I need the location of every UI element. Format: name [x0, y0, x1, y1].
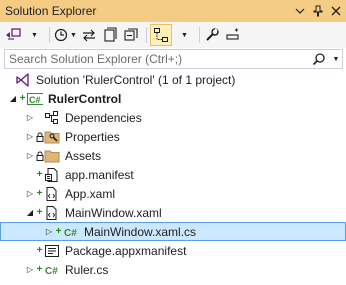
- tree-item-label: Dependencies: [65, 110, 142, 125]
- tree-item-app-manifest[interactable]: + app.manifest: [0, 165, 346, 184]
- tree-item-app-xaml[interactable]: ▷ + App.xaml: [0, 184, 346, 203]
- clock-icon: [54, 28, 68, 42]
- sync-with-document-button[interactable]: [80, 24, 98, 46]
- toolbar-separator: [145, 27, 147, 43]
- tree-item-package-appxmanifest[interactable]: + Package.appxmanifest: [0, 241, 346, 260]
- pending-changes-icon: [104, 27, 117, 42]
- csharp-file-icon: C#: [63, 224, 79, 240]
- added-plus-icon: +: [55, 226, 62, 237]
- tree-item-project[interactable]: ◢ + C# RulerControl: [0, 89, 346, 108]
- pin-button[interactable]: [310, 3, 326, 19]
- expanded-arrow-icon[interactable]: ◢: [8, 94, 18, 104]
- switch-views-dropdown[interactable]: ▼: [25, 24, 43, 46]
- caret-down-icon: ▼: [180, 31, 188, 39]
- tree-item-mainwindow-xaml-cs[interactable]: ▷ + C# MainWindow.xaml.cs: [0, 222, 346, 241]
- expanded-arrow-icon[interactable]: ◢: [25, 208, 35, 218]
- close-button[interactable]: [328, 3, 344, 19]
- title-bar[interactable]: Solution Explorer: [0, 0, 346, 22]
- toolbar-separator: [49, 27, 50, 43]
- svg-text:C#: C#: [29, 95, 41, 105]
- caret-down-icon: ▼: [332, 55, 340, 63]
- tree-item-label: Ruler.cs: [65, 262, 109, 277]
- toolbar-separator: [198, 27, 200, 43]
- show-all-files-dropdown[interactable]: ▼: [175, 24, 193, 46]
- lock-icon: [35, 132, 44, 142]
- added-plus-icon: +: [36, 264, 43, 275]
- solution-icon: [15, 72, 31, 88]
- tree-item-solution[interactable]: Solution 'RulerControl' (1 of 1 project): [0, 70, 346, 89]
- solution-explorer-panel: Solution Explorer ▼ ▼ ▼ Search Solution …: [0, 0, 346, 285]
- dependencies-icon: [44, 110, 60, 126]
- collapsed-arrow-icon[interactable]: ▷: [25, 151, 35, 161]
- search-button[interactable]: [308, 52, 330, 66]
- collapse-all-button[interactable]: [122, 24, 140, 46]
- csharp-file-icon: C#: [44, 262, 60, 278]
- show-all-files-icon: [153, 28, 168, 42]
- lock-icon: [35, 151, 44, 161]
- chevron-down-icon: [295, 8, 305, 14]
- tree-item-properties[interactable]: ▷ Properties: [0, 127, 346, 146]
- collapsed-arrow-icon[interactable]: ▷: [44, 227, 54, 237]
- collapsed-arrow-icon[interactable]: ▷: [25, 189, 35, 199]
- refresh-button[interactable]: [101, 24, 119, 46]
- switch-views-icon: [6, 28, 21, 40]
- tree-item-assets[interactable]: ▷ Assets: [0, 146, 346, 165]
- close-icon: [331, 6, 341, 16]
- tree-item-label: Assets: [65, 148, 102, 163]
- added-plus-icon: +: [36, 207, 43, 218]
- search-icon: [312, 53, 325, 66]
- collapsed-arrow-icon[interactable]: ▷: [25, 265, 35, 275]
- preview-icon: [226, 28, 239, 40]
- svg-text:C#: C#: [45, 266, 58, 277]
- wrench-icon: [206, 28, 219, 41]
- tree-item-mainwindow-xaml[interactable]: ◢ + MainWindow.xaml: [0, 203, 346, 222]
- tree-item-dependencies[interactable]: ▷ Dependencies: [0, 108, 346, 127]
- caret-down-icon: ▼: [31, 31, 38, 39]
- added-plus-icon: +: [36, 188, 43, 199]
- tree-item-label: MainWindow.xaml: [65, 205, 162, 220]
- tree-item-label: Properties: [65, 129, 120, 144]
- switch-views-button[interactable]: [4, 24, 22, 46]
- window-position-dropdown[interactable]: [292, 3, 308, 19]
- added-plus-icon: +: [36, 245, 43, 256]
- collapsed-arrow-icon[interactable]: ▷: [25, 113, 35, 123]
- tree-item-label: MainWindow.xaml.cs: [84, 224, 197, 239]
- pin-icon: [313, 5, 323, 17]
- solution-tree: Solution 'RulerControl' (1 of 1 project)…: [0, 70, 346, 279]
- history-button[interactable]: ▼: [53, 24, 77, 46]
- collapse-all-icon: [124, 28, 138, 41]
- tree-item-ruler-cs[interactable]: ▷ + C# Ruler.cs: [0, 260, 346, 279]
- svg-text:C#: C#: [64, 228, 77, 239]
- tree-item-label: app.manifest: [65, 167, 134, 182]
- toolbar: ▼ ▼ ▼: [0, 22, 346, 48]
- sync-arrows-icon: [82, 29, 95, 42]
- search-options-dropdown[interactable]: ▼: [330, 56, 342, 63]
- caret-down-icon: ▼: [70, 31, 77, 39]
- xaml-file-icon: [44, 205, 60, 221]
- added-plus-icon: +: [36, 169, 43, 180]
- search-box[interactable]: ▼: [4, 49, 343, 69]
- panel-title: Solution Explorer: [5, 4, 97, 18]
- tree-item-label: Solution 'RulerControl' (1 of 1 project): [36, 72, 236, 87]
- csharp-project-icon: C#: [27, 91, 43, 107]
- collapsed-arrow-icon[interactable]: ▷: [25, 132, 35, 142]
- xaml-file-icon: [44, 186, 60, 202]
- manifest-file-icon: [44, 167, 60, 183]
- preview-selected-items-button[interactable]: [224, 24, 242, 46]
- properties-button[interactable]: [203, 24, 221, 46]
- folder-icon: [44, 148, 60, 164]
- added-plus-icon: +: [19, 93, 26, 104]
- tree-item-label: RulerControl: [48, 91, 122, 106]
- appxmanifest-file-icon: [44, 243, 60, 259]
- tree-item-label: Package.appxmanifest: [65, 243, 187, 258]
- tree-item-label: App.xaml: [65, 186, 116, 201]
- show-all-files-button[interactable]: [149, 24, 172, 46]
- search-input[interactable]: [5, 50, 308, 68]
- properties-folder-icon: [44, 129, 60, 145]
